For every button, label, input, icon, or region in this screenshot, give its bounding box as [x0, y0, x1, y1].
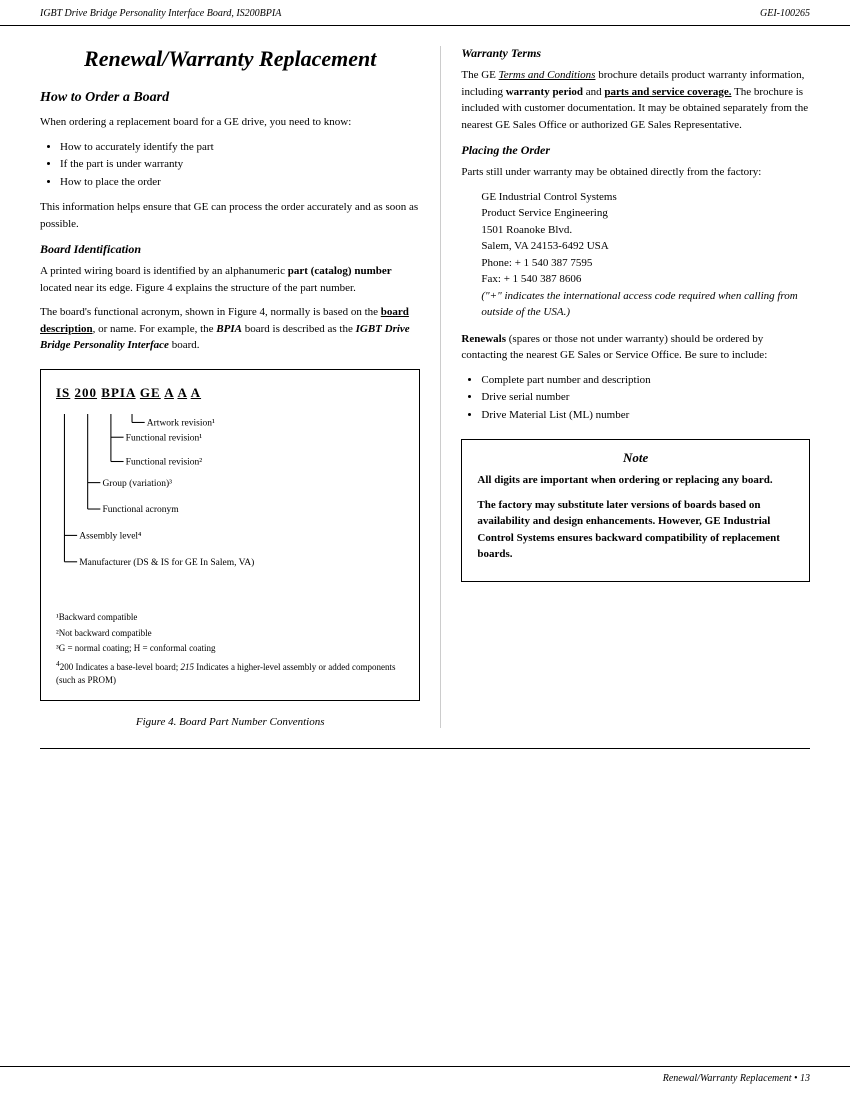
note-para2: The factory may substitute later version… — [477, 497, 794, 563]
svg-text:Functional revision¹: Functional revision¹ — [126, 433, 203, 443]
page-header: IGBT Drive Bridge Personality Interface … — [0, 0, 850, 26]
renewals-list: Complete part number and description Dri… — [481, 372, 810, 425]
footnote-1: ¹Backward compatible — [56, 611, 404, 625]
renewals-bold: Renewals — [461, 333, 506, 345]
footer-text: Renewal/Warranty Replacement • 13 — [663, 1073, 810, 1084]
note-para1: All digits are important when ordering o… — [477, 472, 794, 489]
part-number-display: IS 200 BPIA GE A A A — [56, 385, 404, 401]
svg-text:Group (variation)³: Group (variation)³ — [102, 478, 172, 489]
warranty-terms-para: The GE Terms and Conditions brochure det… — [461, 67, 810, 133]
intro-para: When ordering a replacement board for a … — [40, 114, 420, 131]
bullet-item-1: How to accurately identify the part — [60, 139, 420, 157]
footnote-4: 4200 Indicates a base-level board; 215 I… — [56, 658, 404, 688]
svg-text:Assembly level⁴: Assembly level⁴ — [79, 531, 142, 541]
footnotes: ¹Backward compatible ²Not backward compa… — [56, 611, 404, 688]
renewals-text: (spares or those not under warranty) sho… — [461, 333, 767, 362]
renewals-item-3: Drive Material List (ML) number — [481, 407, 810, 425]
pn-a3: A — [191, 385, 201, 400]
right-column: Warranty Terms The GE Terms and Conditio… — [440, 46, 810, 728]
header-right: GEI-100265 — [760, 8, 810, 19]
renewals-item-2: Drive serial number — [481, 389, 810, 407]
note-box: Note All digits are important when order… — [461, 439, 810, 582]
pn-a2: A — [177, 385, 187, 400]
footnote-2: ²Not backward compatible — [56, 627, 404, 641]
svg-text:Functional revision²: Functional revision² — [126, 457, 203, 467]
left-column: Renewal/Warranty Replacement How to Orde… — [40, 46, 440, 728]
footnote-3: ³G = normal coating; H = conformal coati… — [56, 642, 404, 656]
board-id-para1: A printed wiring board is identified by … — [40, 263, 420, 296]
section-title-order: How to Order a Board — [40, 90, 420, 106]
page-footer: Renewal/Warranty Replacement • 13 — [0, 1066, 850, 1090]
pn-bpia: BPIA — [101, 385, 135, 400]
address-line-5: Phone: + 1 540 387 7595 — [481, 255, 810, 272]
header-left: IGBT Drive Bridge Personality Interface … — [40, 8, 281, 19]
pn-a1: A — [164, 385, 174, 400]
placing-order-intro: Parts still under warranty may be obtain… — [461, 164, 810, 181]
renewals-item-1: Complete part number and description — [481, 372, 810, 390]
content-area: Renewal/Warranty Replacement How to Orde… — [0, 26, 850, 748]
svg-text:Functional acronym: Functional acronym — [102, 505, 179, 515]
renewals-para: Renewals (spares or those not under warr… — [461, 331, 810, 364]
address-block: GE Industrial Control Systems Product Se… — [481, 189, 810, 321]
placing-order-title: Placing the Order — [461, 143, 810, 158]
board-id-title: Board Identification — [40, 242, 420, 257]
board-id-para2: The board's functional acronym, shown in… — [40, 304, 420, 354]
bullet-item-2: If the part is under warranty — [60, 156, 420, 174]
page-title: Renewal/Warranty Replacement — [40, 46, 420, 72]
address-line-4: Salem, VA 24153-6492 USA — [481, 238, 810, 255]
address-line-3: 1501 Roanoke Blvd. — [481, 222, 810, 239]
tree-diagram: Manufacturer (DS & IS for GE In Salem, V… — [56, 414, 404, 593]
svg-text:Manufacturer (DS & IS for GE I: Manufacturer (DS & IS for GE In Salem, V… — [79, 557, 254, 568]
address-line-2: Product Service Engineering — [481, 205, 810, 222]
info-para: This information helps ensure that GE ca… — [40, 199, 420, 232]
address-line-6: Fax: + 1 540 387 8606 — [481, 271, 810, 288]
pn-is: IS — [56, 385, 70, 400]
bullet-list: How to accurately identify the part If t… — [60, 139, 420, 192]
svg-text:Artwork revision¹: Artwork revision¹ — [147, 418, 215, 428]
pn-200: 200 — [75, 385, 98, 400]
figure-caption: Figure 4. Board Part Number Conventions — [40, 716, 420, 728]
warranty-terms-title: Warranty Terms — [461, 46, 810, 61]
note-title: Note — [477, 450, 794, 466]
footer-divider — [40, 748, 810, 749]
address-line-7: ("+" indicates the international access … — [481, 288, 810, 321]
bullet-item-3: How to place the order — [60, 174, 420, 192]
address-line-1: GE Industrial Control Systems — [481, 189, 810, 206]
diagram-box: IS 200 BPIA GE A A A Manufacturer (DS & … — [40, 369, 420, 701]
pn-ge: GE — [140, 385, 161, 400]
